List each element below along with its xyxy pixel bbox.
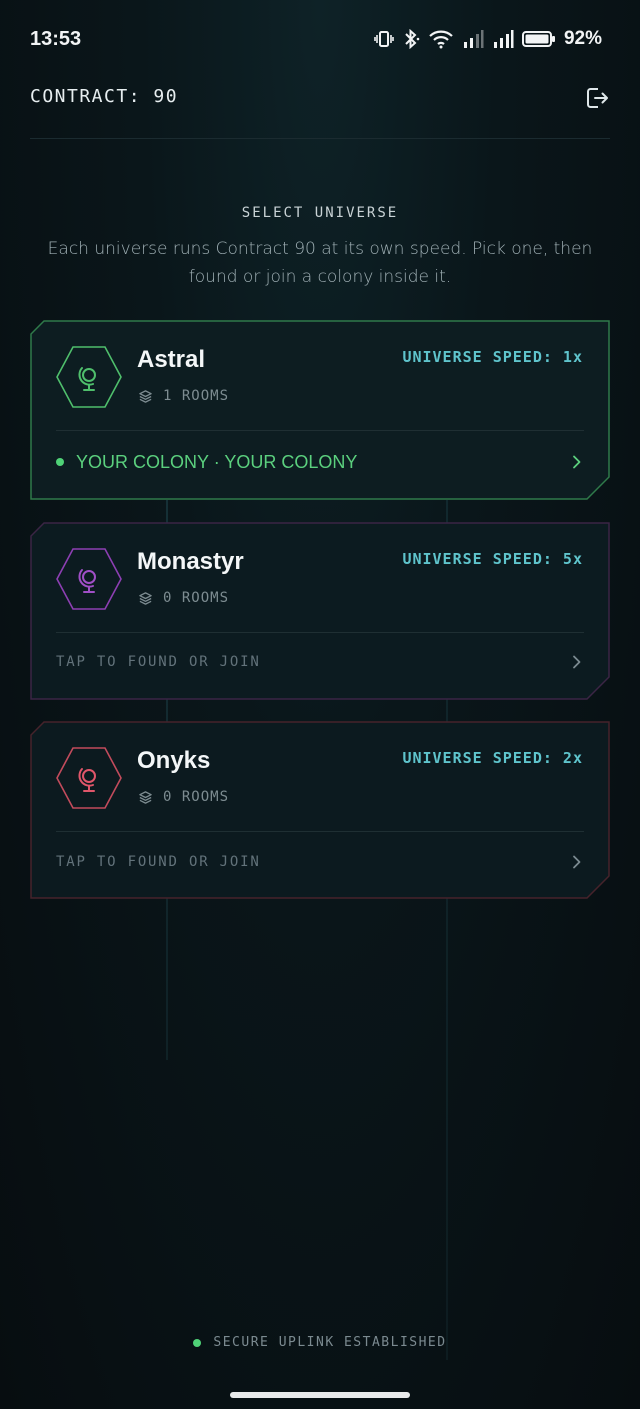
clock: 13:53: [30, 28, 82, 50]
found-or-join-label: TAP TO FOUND OR JOIN: [56, 854, 261, 870]
universe-emblem-icon: [56, 346, 122, 408]
status-dot: [193, 1338, 202, 1347]
room-count: 0 ROOMS: [138, 789, 229, 805]
found-or-join-row: TAP TO FOUND OR JOIN: [56, 648, 584, 676]
chevron-right-icon: [573, 855, 581, 869]
universe-card-astral[interactable]: Astral 1 ROOMS UNIVERSE SPEED: 1x YOUR C…: [30, 320, 610, 500]
universe-speed: UNIVERSE SPEED: 1x: [402, 348, 583, 366]
home-indicator[interactable]: [230, 1392, 410, 1398]
room-count-label: 1 ROOMS: [163, 388, 230, 404]
battery-percent: 92%: [563, 28, 602, 49]
found-or-join-label: TAP TO FOUND OR JOIN: [56, 654, 261, 670]
logout-icon: [587, 88, 608, 108]
uplink-status: SECURE UPLINK ESTABLISHED: [0, 1335, 640, 1350]
section-title: SELECT UNIVERSE: [241, 205, 399, 221]
logout-button[interactable]: [584, 85, 610, 111]
room-count: 1 ROOMS: [138, 388, 229, 404]
signal-icon-sim2: [493, 30, 514, 48]
room-count-label: 0 ROOMS: [163, 590, 230, 606]
universe-card-monastyr[interactable]: Monastyr 0 ROOMS UNIVERSE SPEED: 5x TAP …: [30, 522, 610, 700]
card-divider: [56, 430, 584, 431]
contract-label: CONTRACT: 90: [30, 86, 179, 107]
section-description: Each universe runs Contract 90 at its ow…: [47, 239, 593, 287]
layers-icon: [139, 790, 152, 804]
layers-icon: [139, 591, 152, 605]
battery-icon: [521, 31, 555, 47]
chevron-right-icon: [573, 455, 581, 469]
status-bar: 13:53 92%: [0, 0, 640, 80]
universe-name: Monastyr: [137, 548, 244, 575]
room-count-label: 0 ROOMS: [163, 789, 230, 805]
chevron-right-icon: [573, 655, 581, 669]
universe-card-onyks[interactable]: Onyks 0 ROOMS UNIVERSE SPEED: 2x TAP TO …: [30, 721, 610, 899]
universe-name: Onyks: [137, 747, 211, 774]
signal-icon-sim1: [463, 30, 484, 48]
colony-status-label: YOUR COLONY · YOUR COLONY: [76, 451, 358, 472]
wifi-icon: [429, 30, 453, 49]
top-bar: CONTRACT: 90: [30, 80, 610, 139]
universe-speed: UNIVERSE SPEED: 2x: [402, 749, 583, 767]
intro-section: SELECT UNIVERSE Each universe runs Contr…: [30, 205, 610, 291]
universe-emblem-icon: [56, 747, 122, 809]
universe-speed: UNIVERSE SPEED: 5x: [402, 550, 583, 568]
system-icons: 92%: [374, 28, 602, 50]
status-dot: [56, 458, 64, 466]
card-divider: [56, 632, 584, 633]
layers-icon: [139, 389, 152, 403]
universe-name: Astral: [137, 346, 206, 373]
universe-emblem-icon: [56, 548, 122, 610]
uplink-status-label: SECURE UPLINK ESTABLISHED: [213, 1335, 447, 1350]
bluetooth-icon: [405, 29, 420, 49]
card-divider: [56, 831, 584, 832]
found-or-join-row: TAP TO FOUND OR JOIN: [56, 848, 584, 876]
vibrate-icon: [374, 31, 394, 47]
colony-status: YOUR COLONY · YOUR COLONY: [56, 448, 584, 476]
room-count: 0 ROOMS: [138, 590, 229, 606]
